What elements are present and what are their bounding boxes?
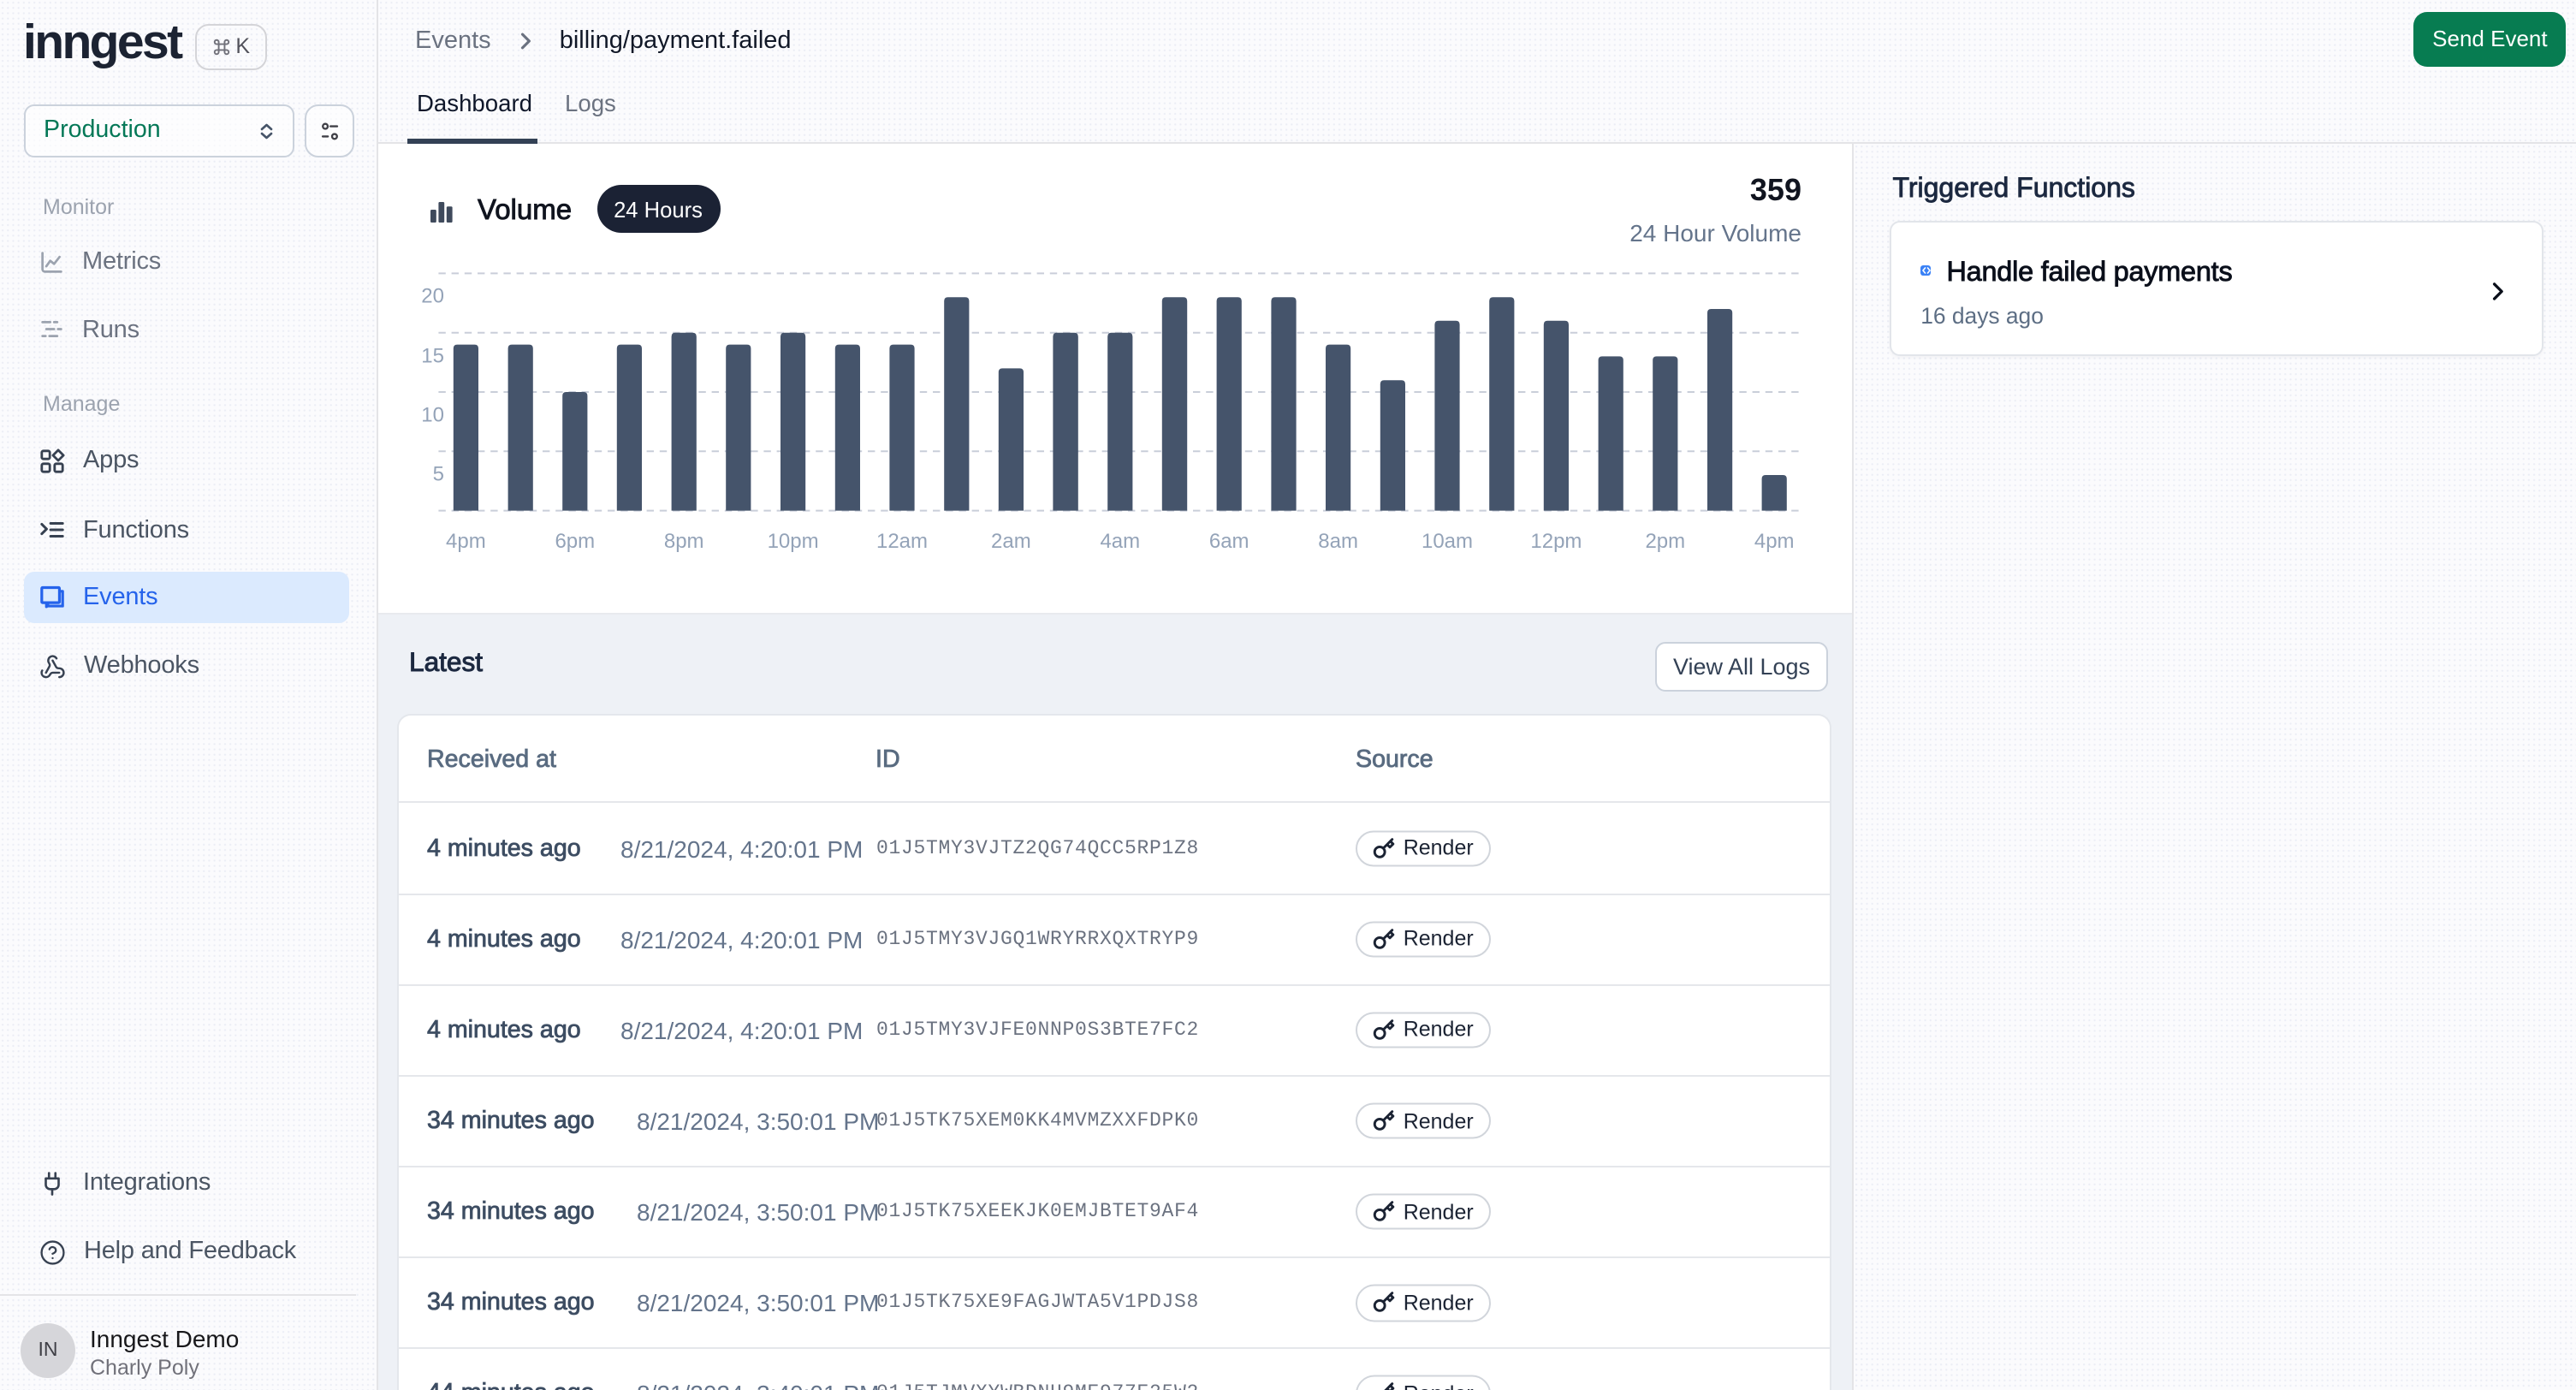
svg-text:2am: 2am	[991, 530, 1031, 553]
svg-text:10am: 10am	[1422, 530, 1473, 553]
svg-text:6pm: 6pm	[555, 530, 595, 553]
svg-text:4pm: 4pm	[446, 530, 486, 553]
svg-text:5: 5	[433, 462, 444, 485]
svg-text:12am: 12am	[876, 530, 928, 553]
svg-text:2pm: 2pm	[1645, 530, 1685, 553]
svg-text:8am: 8am	[1318, 530, 1358, 553]
svg-text:12pm: 12pm	[1530, 530, 1582, 553]
svg-text:4am: 4am	[1100, 530, 1140, 553]
svg-text:10: 10	[421, 403, 444, 426]
svg-text:8pm: 8pm	[664, 530, 704, 553]
svg-text:6am: 6am	[1209, 530, 1249, 553]
svg-text:20: 20	[421, 284, 444, 307]
svg-text:4pm: 4pm	[1754, 530, 1795, 553]
svg-text:10pm: 10pm	[768, 530, 819, 553]
svg-text:15: 15	[421, 344, 444, 367]
